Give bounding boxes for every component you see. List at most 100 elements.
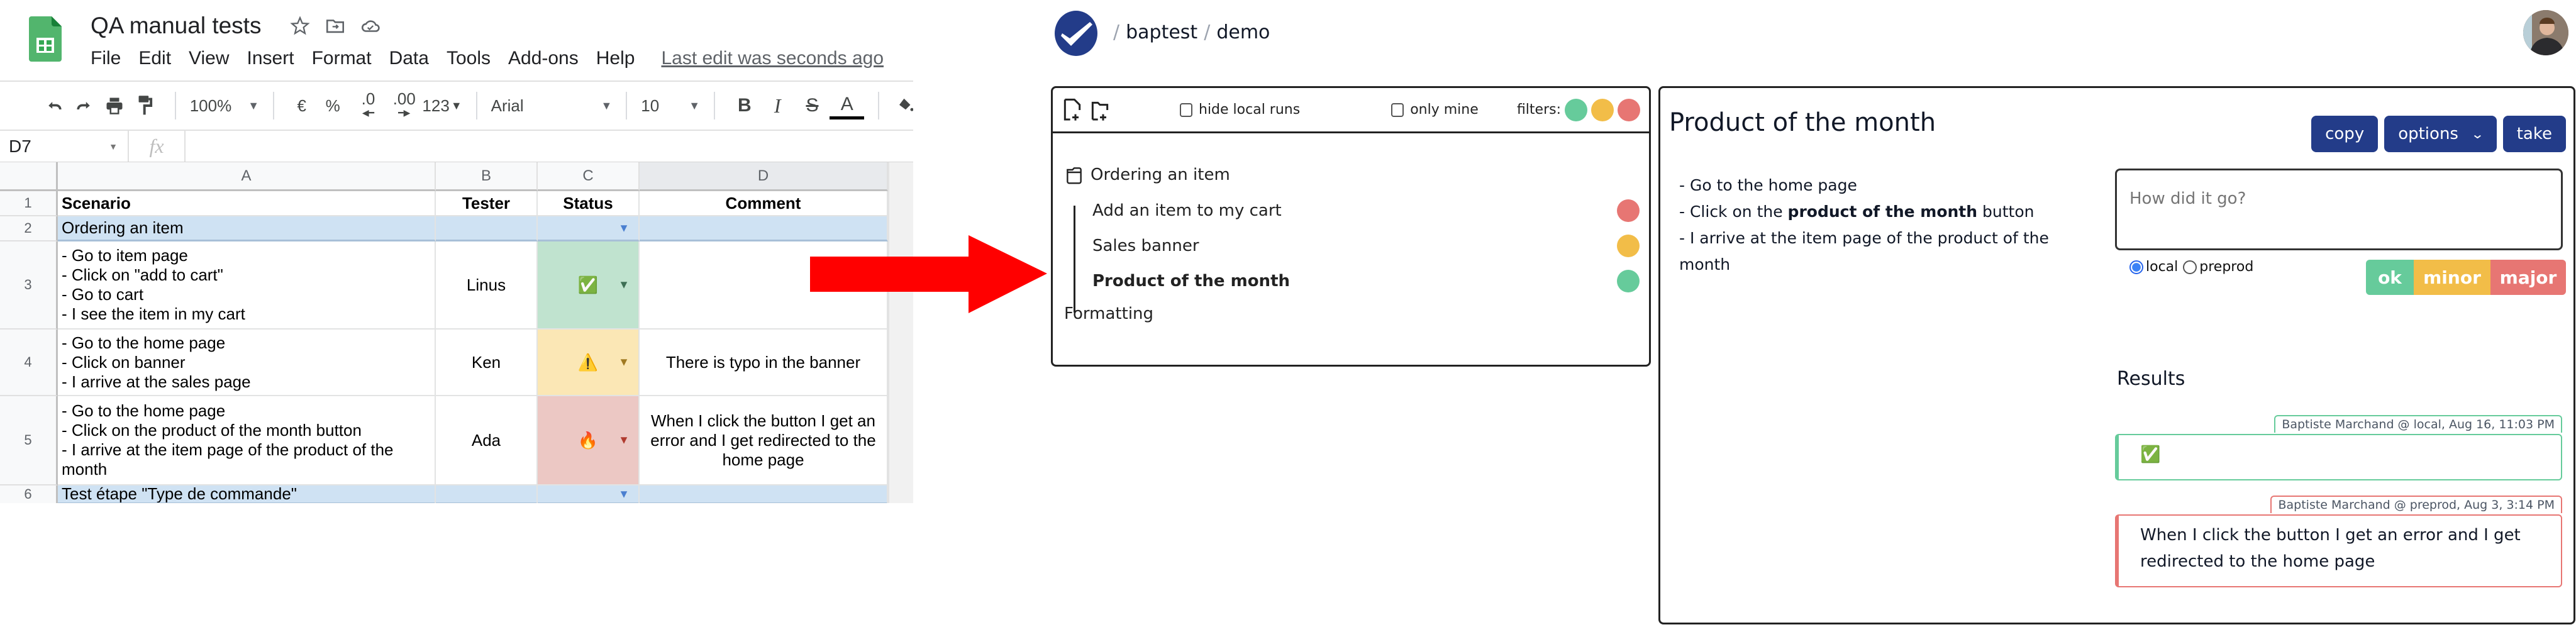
- major-button[interactable]: major: [2490, 260, 2566, 295]
- cell-status[interactable]: Status: [538, 191, 640, 216]
- move-to-folder-icon[interactable]: [325, 15, 346, 36]
- menu-edit[interactable]: Edit: [138, 48, 171, 69]
- fill-color-icon[interactable]: [893, 90, 913, 121]
- radio-preprod[interactable]: [2183, 260, 2197, 274]
- font-size-select[interactable]: 10 ▼: [641, 90, 700, 121]
- breadcrumb-project[interactable]: demo: [1216, 21, 1270, 43]
- redo-icon[interactable]: [68, 90, 99, 121]
- checkbox-box[interactable]: [1180, 103, 1192, 117]
- vertical-scrollbar[interactable]: [888, 162, 913, 503]
- user-avatar[interactable]: [2523, 10, 2568, 55]
- tree-folder[interactable]: Ordering an item: [1065, 165, 1230, 185]
- menu-tools[interactable]: Tools: [447, 48, 491, 69]
- zoom-select[interactable]: 100% ▼: [190, 90, 259, 121]
- undo-icon[interactable]: [43, 90, 68, 121]
- star-icon[interactable]: [289, 15, 311, 36]
- ok-button[interactable]: ok: [2366, 260, 2414, 295]
- column-header-a[interactable]: A: [58, 162, 436, 191]
- cell-status[interactable]: ✅ ▼: [538, 241, 640, 330]
- strikethrough-button[interactable]: S: [795, 90, 830, 121]
- percent-format-button[interactable]: %: [315, 90, 350, 121]
- cell-scenario[interactable]: - Go to the home page - Click on the pro…: [58, 396, 436, 485]
- column-header-c[interactable]: C: [538, 162, 640, 191]
- cell-tester[interactable]: Tester: [436, 191, 538, 216]
- menu-add-ons[interactable]: Add-ons: [508, 48, 579, 69]
- copy-button[interactable]: copy: [2311, 116, 2379, 152]
- row-header[interactable]: 1: [0, 191, 58, 216]
- decrease-decimal-button[interactable]: .0 ◀━: [350, 90, 386, 121]
- tree-item-test[interactable]: Add an item to my cart: [1092, 199, 1640, 222]
- cell-comment[interactable]: When I click the button I get an error a…: [640, 396, 888, 485]
- file-plus-icon[interactable]: [1062, 97, 1083, 123]
- cell-status[interactable]: ⚠️ ▼: [538, 330, 640, 396]
- only-mine-checkbox[interactable]: only mine: [1391, 102, 1479, 118]
- increase-decimal-button[interactable]: .00 ━▶: [386, 90, 422, 121]
- app-logo-icon[interactable]: [1053, 9, 1099, 57]
- row-header[interactable]: 4: [0, 330, 58, 396]
- row-header[interactable]: 2: [0, 216, 58, 241]
- last-edit-link[interactable]: Last edit was seconds ago: [661, 48, 884, 69]
- document-title[interactable]: QA manual tests: [91, 13, 261, 39]
- cell-comment[interactable]: There is typo in the banner: [640, 330, 888, 396]
- breadcrumb-org[interactable]: baptest: [1126, 21, 1197, 43]
- cell-scenario[interactable]: Ordering an item: [58, 216, 436, 241]
- dropdown-caret-icon[interactable]: ▼: [618, 275, 630, 295]
- filter-ok-button[interactable]: [1565, 98, 1587, 121]
- menu-help[interactable]: Help: [596, 48, 635, 69]
- select-all-corner[interactable]: [0, 162, 58, 191]
- folder-plus-icon[interactable]: [1089, 97, 1111, 123]
- dropdown-caret-icon[interactable]: ▼: [618, 431, 630, 450]
- options-button[interactable]: options ⌄: [2384, 116, 2497, 152]
- menu-format[interactable]: Format: [312, 48, 372, 69]
- tree-item-test-active[interactable]: Product of the month: [1092, 270, 1640, 292]
- cloud-saved-icon[interactable]: [360, 15, 381, 36]
- more-formats-button[interactable]: 123 ▼: [422, 90, 462, 121]
- menu-file[interactable]: File: [91, 48, 121, 69]
- paint-format-icon[interactable]: [130, 90, 160, 121]
- take-button[interactable]: take: [2502, 116, 2566, 152]
- feedback-textarea[interactable]: [2115, 169, 2563, 250]
- cell-tester[interactable]: Ada: [436, 396, 538, 485]
- filter-major-button[interactable]: [1618, 98, 1640, 121]
- hide-local-runs-checkbox[interactable]: hide local runs: [1180, 102, 1300, 118]
- cell-status[interactable]: ▼: [538, 485, 640, 503]
- cell-comment[interactable]: Comment: [640, 191, 888, 216]
- checkbox-box[interactable]: [1391, 103, 1404, 117]
- cell-scenario[interactable]: Scenario: [58, 191, 436, 216]
- dropdown-caret-icon[interactable]: ▼: [618, 485, 630, 502]
- cell-status[interactable]: ▼: [538, 216, 640, 241]
- formula-input[interactable]: [186, 131, 913, 162]
- font-family-select[interactable]: Arial ▼: [491, 90, 613, 121]
- row-header[interactable]: 6: [0, 485, 58, 503]
- sheets-logo-icon[interactable]: [29, 16, 62, 62]
- text-color-button[interactable]: A: [830, 92, 865, 119]
- menu-view[interactable]: View: [189, 48, 229, 69]
- column-header-d[interactable]: D: [640, 162, 888, 191]
- dropdown-caret-icon[interactable]: ▼: [618, 218, 630, 238]
- cell-status[interactable]: 🔥 ▼: [538, 396, 640, 485]
- cell-tester[interactable]: [436, 216, 538, 241]
- italic-button[interactable]: I: [760, 90, 794, 121]
- bold-button[interactable]: B: [729, 90, 760, 121]
- cell-tester[interactable]: Linus: [436, 241, 538, 330]
- menu-data[interactable]: Data: [389, 48, 429, 69]
- cell-scenario[interactable]: - Go to the home page - Click on banner …: [58, 330, 436, 396]
- cell-comment[interactable]: [640, 485, 888, 503]
- tree-item-formatting[interactable]: Formatting: [1064, 304, 1153, 323]
- print-icon[interactable]: [99, 90, 130, 121]
- cell-scenario[interactable]: Test étape "Type de commande": [58, 485, 436, 503]
- row-header[interactable]: 5: [0, 396, 58, 485]
- row-header[interactable]: 3: [0, 241, 58, 330]
- column-header-b[interactable]: B: [436, 162, 538, 191]
- currency-format-button[interactable]: €: [288, 90, 315, 121]
- menu-insert[interactable]: Insert: [247, 48, 294, 69]
- tree-item-test[interactable]: Sales banner: [1092, 235, 1640, 257]
- radio-local[interactable]: [2129, 260, 2143, 274]
- cell-tester[interactable]: Ken: [436, 330, 538, 396]
- filter-minor-button[interactable]: [1591, 98, 1614, 121]
- minor-button[interactable]: minor: [2414, 260, 2490, 295]
- dropdown-caret-icon[interactable]: ▼: [618, 353, 630, 372]
- cell-scenario[interactable]: - Go to item page - Click on "add to car…: [58, 241, 436, 330]
- name-box[interactable]: D7 ▼: [0, 131, 129, 162]
- cell-tester[interactable]: [436, 485, 538, 503]
